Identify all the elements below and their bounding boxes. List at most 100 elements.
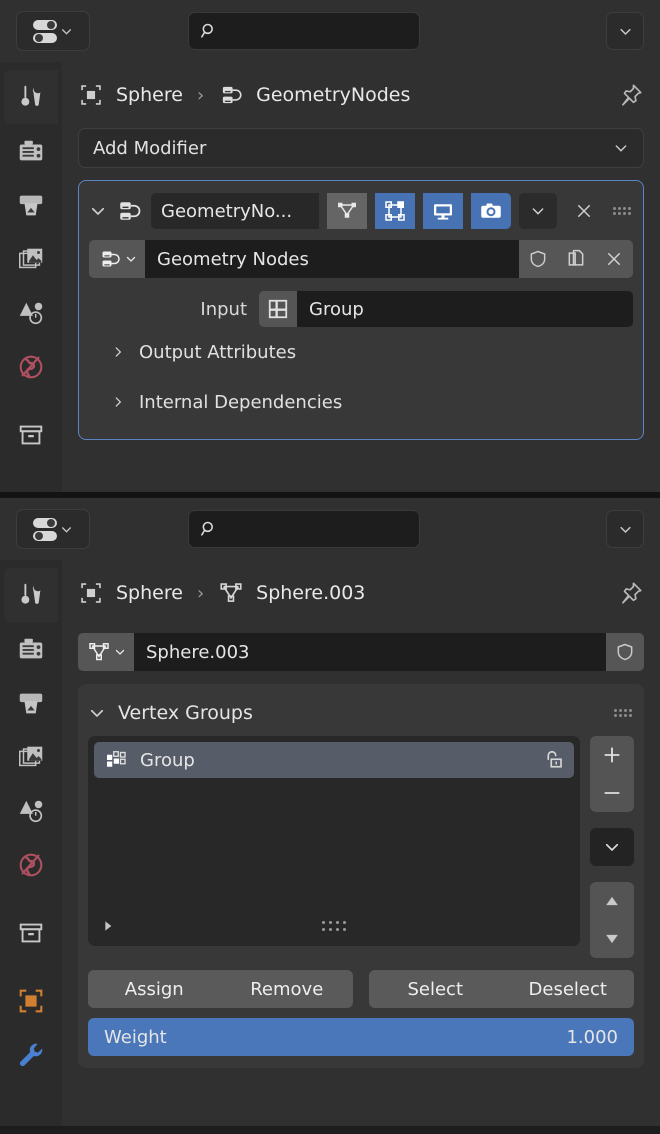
move-group-down-button[interactable] bbox=[590, 920, 634, 958]
modifier-properties-editor: Sphere › GeometryNodes Add Modifier Geom… bbox=[0, 0, 660, 492]
view-layer-images-icon bbox=[19, 248, 43, 269]
geometry-nodes-modifier-card: GeometryNo... Geometry Nodes Input Group… bbox=[78, 180, 644, 440]
remove-button[interactable]: Remove bbox=[220, 970, 353, 1008]
breadcrumb-object[interactable]: Sphere bbox=[116, 582, 183, 604]
sidebar-item-output[interactable] bbox=[4, 676, 58, 730]
sidebar-item-world[interactable] bbox=[4, 838, 58, 892]
editor-type-selector[interactable] bbox=[16, 509, 90, 549]
unlock-icon[interactable] bbox=[540, 748, 564, 772]
sidebar-item-collection[interactable] bbox=[4, 408, 58, 462]
weight-slider[interactable]: Weight 1.000 bbox=[88, 1018, 634, 1056]
remove-vertex-group-button[interactable] bbox=[590, 774, 634, 812]
node-group-row: Geometry Nodes bbox=[89, 239, 633, 279]
toggle-render[interactable] bbox=[471, 193, 511, 229]
search-input[interactable] bbox=[188, 12, 420, 50]
camera-icon bbox=[481, 203, 501, 218]
modifier-expand-toggle[interactable] bbox=[89, 202, 107, 220]
sidebar-item-view-layer[interactable] bbox=[4, 232, 58, 286]
add-modifier-button[interactable]: Add Modifier bbox=[78, 128, 644, 168]
mesh-name-field[interactable]: Sphere.003 bbox=[134, 633, 606, 671]
breadcrumb-datablock[interactable]: GeometryNodes bbox=[256, 84, 410, 106]
toggle-edit-mode[interactable] bbox=[327, 193, 367, 229]
node-group-name-field[interactable]: Geometry Nodes bbox=[145, 240, 519, 278]
toggle-realtime-edit-mode[interactable] bbox=[375, 193, 415, 229]
add-vertex-group-button[interactable] bbox=[590, 736, 634, 774]
section-label: Output Attributes bbox=[139, 341, 297, 363]
x-icon bbox=[578, 205, 590, 217]
drag-dots-icon[interactable] bbox=[612, 709, 634, 717]
mesh-data-icon bbox=[88, 643, 109, 661]
chevron-right-icon bbox=[115, 397, 122, 407]
collection-box-icon bbox=[19, 923, 43, 943]
list-item[interactable]: Group bbox=[94, 742, 574, 778]
chevron-down-icon bbox=[115, 649, 124, 655]
drag-dots-icon[interactable] bbox=[322, 921, 346, 931]
world-globe-icon bbox=[19, 853, 43, 877]
select-button[interactable]: Select bbox=[369, 970, 502, 1008]
sidebar-item-object[interactable] bbox=[4, 974, 58, 1028]
pin-icon[interactable] bbox=[618, 82, 644, 108]
sidebar-item-tool[interactable] bbox=[4, 70, 58, 124]
geometry-nodes-icon bbox=[223, 86, 242, 104]
object-data-properties-editor: Sphere › Sphere.003 Sphere.003 Vertex Gr… bbox=[0, 492, 660, 1126]
sidebar-item-collection[interactable] bbox=[4, 906, 58, 960]
vertex-group-list[interactable]: Group bbox=[88, 736, 580, 946]
editor-options-button[interactable] bbox=[606, 12, 644, 50]
assign-button[interactable]: Assign bbox=[88, 970, 221, 1008]
chevron-down-icon bbox=[619, 28, 631, 35]
sidebar-item-tool[interactable] bbox=[4, 568, 58, 622]
sidebar-item-modifiers[interactable] bbox=[4, 1028, 58, 1082]
weight-value: 1.000 bbox=[566, 1026, 618, 1048]
breadcrumb: Sphere › GeometryNodes bbox=[78, 62, 644, 128]
search-input[interactable] bbox=[188, 510, 420, 548]
duplicate-node-group-button[interactable] bbox=[557, 240, 595, 278]
section-label: Internal Dependencies bbox=[139, 391, 343, 413]
browse-node-group-button[interactable] bbox=[89, 240, 145, 278]
toggle-display-viewport[interactable] bbox=[423, 193, 463, 229]
deselect-button[interactable]: Deselect bbox=[501, 970, 634, 1008]
browse-mesh-button[interactable] bbox=[78, 633, 134, 671]
sidebar-item-render[interactable] bbox=[4, 124, 58, 178]
pin-icon[interactable] bbox=[618, 580, 644, 606]
fake-user-button[interactable] bbox=[519, 240, 557, 278]
unlink-node-group-button[interactable] bbox=[595, 240, 633, 278]
breadcrumb-datablock[interactable]: Sphere.003 bbox=[256, 582, 365, 604]
data-editor-content: Sphere › Sphere.003 Sphere.003 Vertex Gr… bbox=[62, 560, 660, 1126]
sidebar-item-render[interactable] bbox=[4, 622, 58, 676]
section-internal-dependencies[interactable]: Internal Dependencies bbox=[89, 377, 633, 427]
sidebar-item-scene[interactable] bbox=[4, 784, 58, 838]
chevron-down-icon bbox=[615, 145, 627, 152]
triangle-right-icon[interactable] bbox=[100, 918, 116, 934]
drag-dots-icon[interactable] bbox=[611, 207, 633, 215]
vertex-groups-header[interactable]: Vertex Groups bbox=[88, 690, 634, 736]
mesh-datablock-row: Sphere.003 bbox=[78, 632, 644, 672]
modifier-delete-button[interactable] bbox=[565, 193, 603, 229]
modifier-editor-content: Sphere › GeometryNodes Add Modifier Geom… bbox=[62, 62, 660, 492]
editor-type-selector[interactable] bbox=[16, 11, 90, 51]
scene-cone-sphere-icon bbox=[19, 302, 43, 325]
modifier-editor-tab-list bbox=[0, 62, 62, 492]
fake-user-button[interactable] bbox=[606, 633, 644, 671]
render-camera-icon bbox=[19, 638, 43, 659]
properties-editor-icon bbox=[33, 517, 57, 541]
vertex-group-specials-button[interactable] bbox=[590, 828, 634, 866]
input-label: Input bbox=[200, 298, 247, 320]
sidebar-item-world[interactable] bbox=[4, 340, 58, 394]
modifier-name-field[interactable]: GeometryNo... bbox=[151, 193, 319, 229]
collection-box-icon bbox=[19, 425, 43, 445]
modifier-extras-button[interactable] bbox=[519, 193, 557, 229]
shield-icon bbox=[530, 250, 546, 268]
input-group-value[interactable]: Group bbox=[297, 291, 633, 327]
sidebar-item-view-layer[interactable] bbox=[4, 730, 58, 784]
sidebar-item-output[interactable] bbox=[4, 178, 58, 232]
editor-options-button[interactable] bbox=[606, 510, 644, 548]
panel-title: Vertex Groups bbox=[118, 702, 253, 724]
output-printer-icon bbox=[19, 693, 43, 714]
breadcrumb-object[interactable]: Sphere bbox=[116, 84, 183, 106]
sidebar-item-scene[interactable] bbox=[4, 286, 58, 340]
move-group-up-button[interactable] bbox=[590, 882, 634, 920]
vertex-group-grid-icon[interactable] bbox=[259, 291, 297, 327]
chevron-down-icon bbox=[90, 709, 104, 718]
section-output-attributes[interactable]: Output Attributes bbox=[89, 327, 633, 377]
plus-icon bbox=[604, 747, 620, 763]
